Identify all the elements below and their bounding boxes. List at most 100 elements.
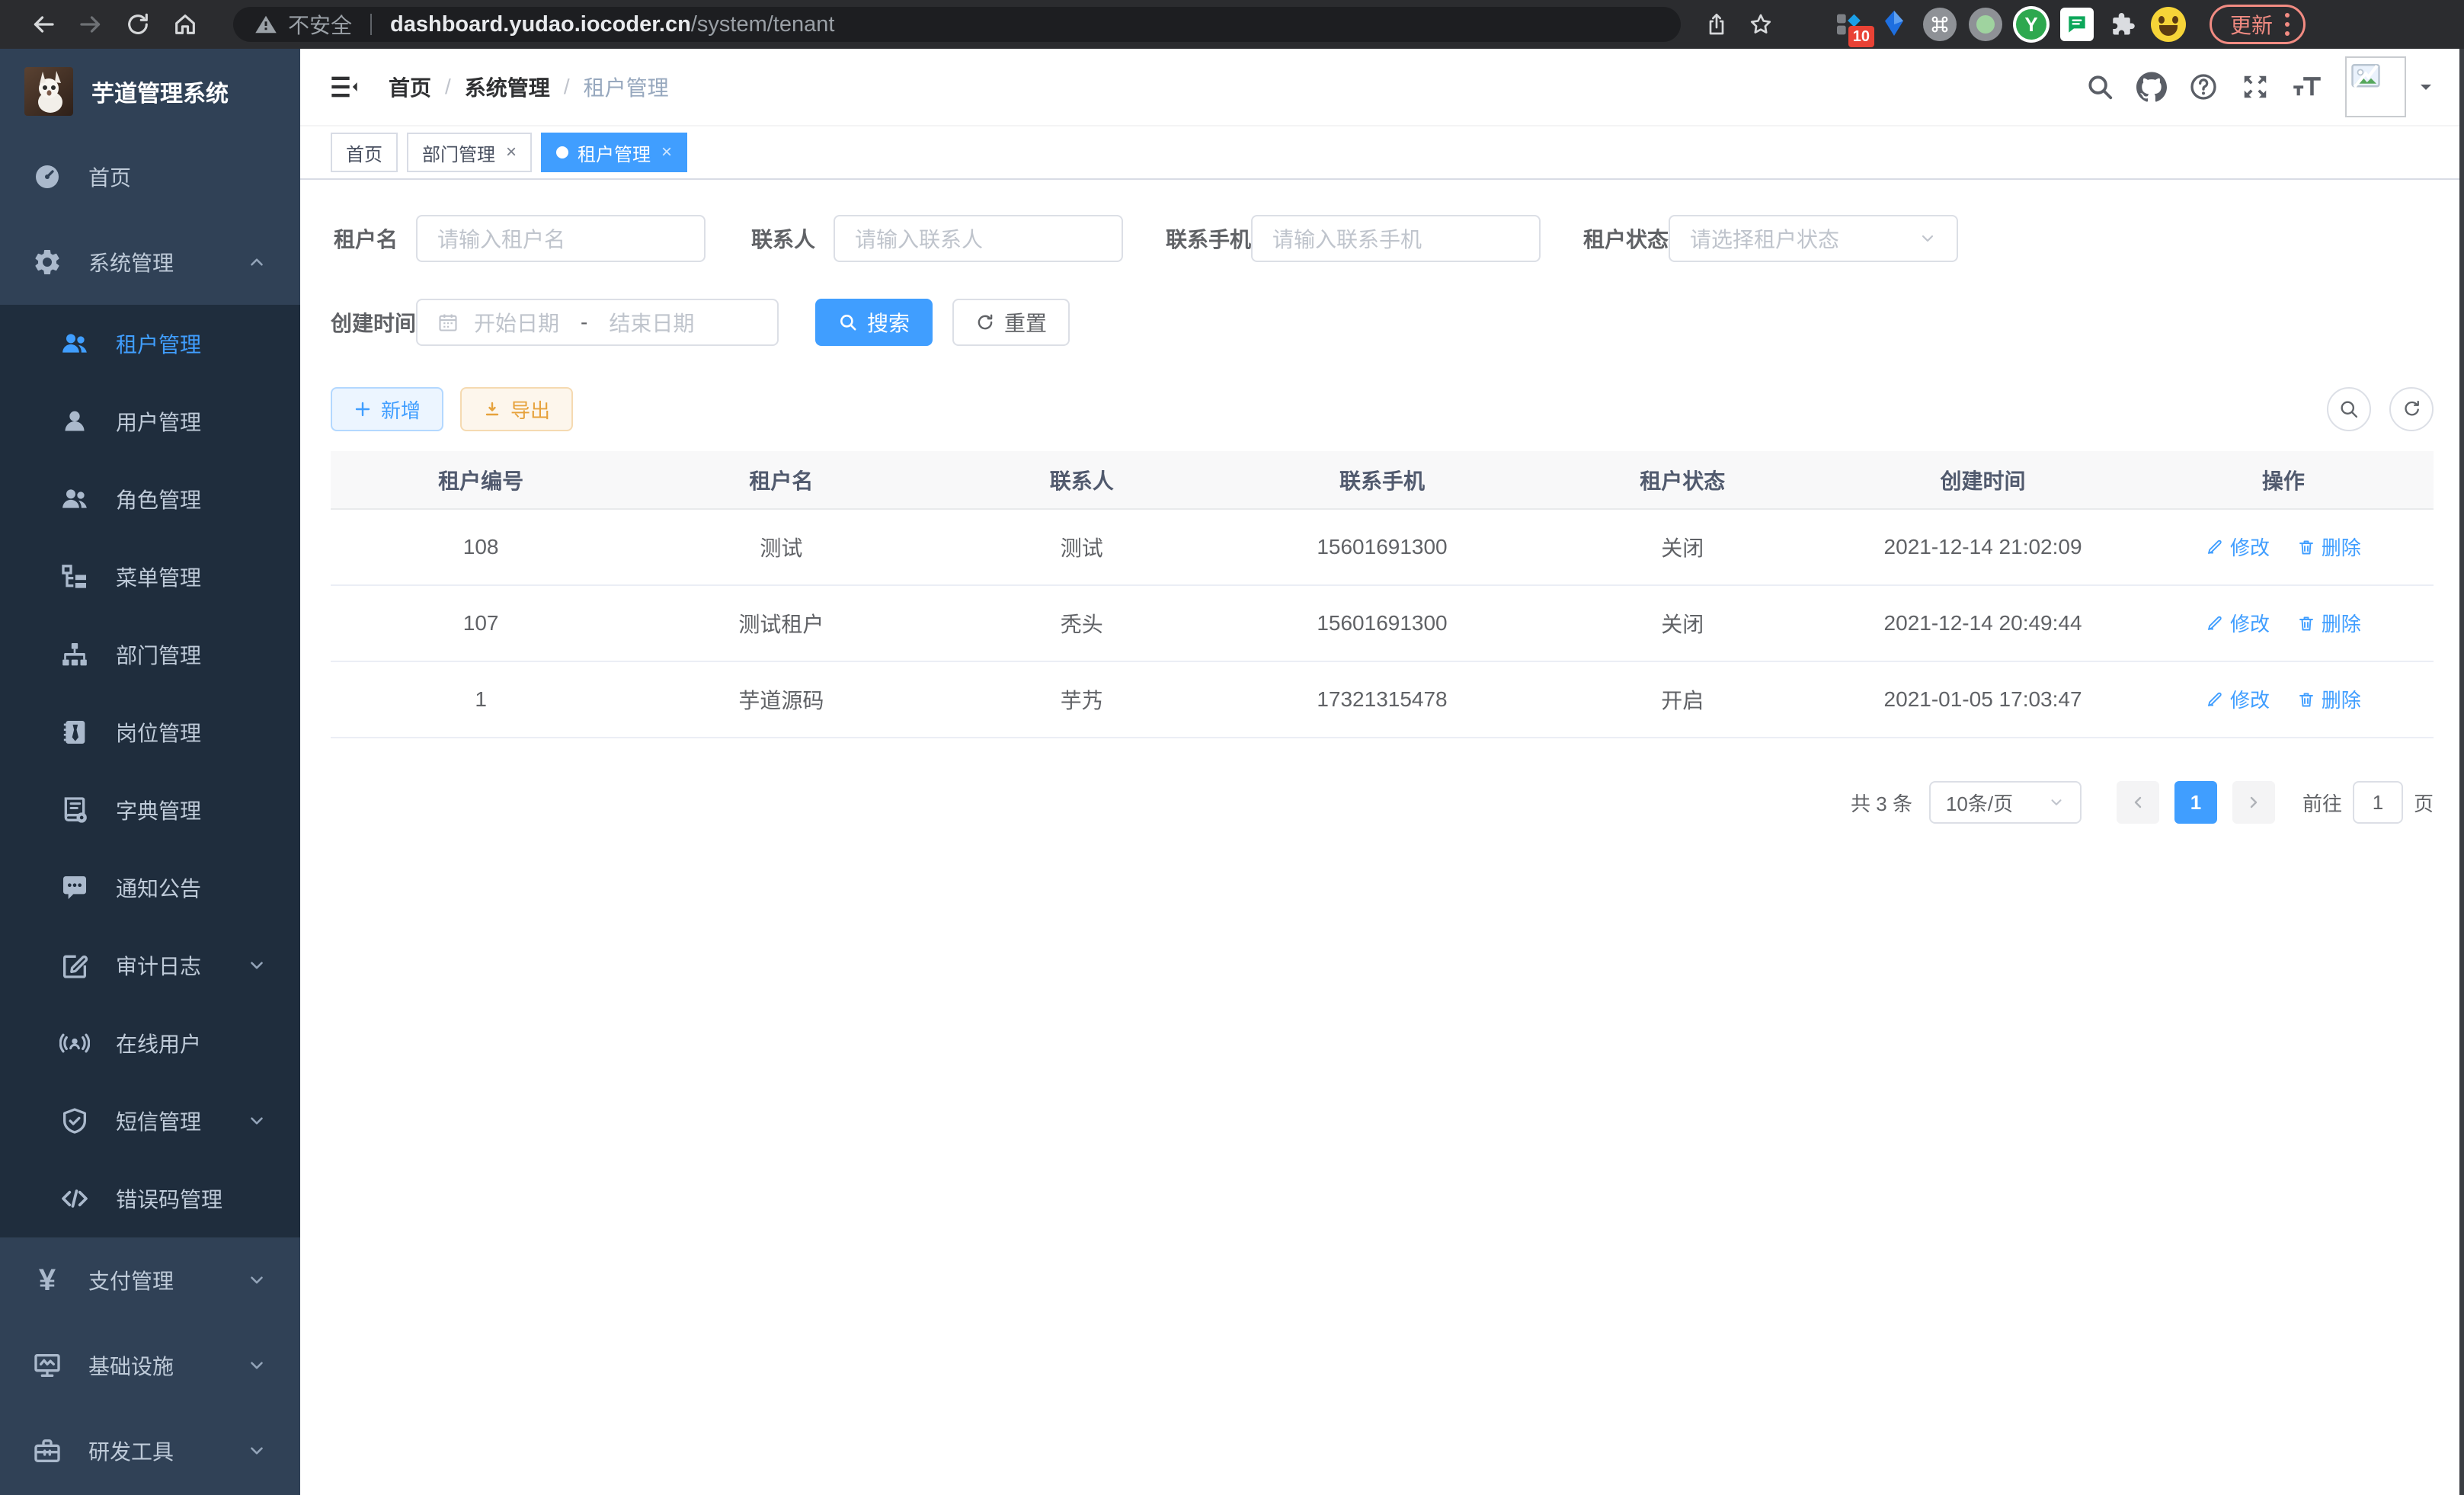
chevron-up-icon [247,252,267,272]
sidebar-item-label: 研发工具 [88,1436,174,1466]
url-path[interactable]: /system/tenant [691,12,835,37]
sidebar-item-user[interactable]: 用户管理 [0,383,300,460]
close-icon[interactable]: × [661,142,672,163]
url-domain[interactable]: dashboard.yudao.iocoder.cn [390,12,691,37]
delete-link[interactable]: 删除 [2297,685,2361,713]
user-icon [58,405,91,438]
sidebar-item-infra[interactable]: 基础设施 [0,1323,300,1408]
sidebar-item-sms[interactable]: 短信管理 [0,1082,300,1160]
sidebar-item-pay[interactable]: ¥ 支付管理 [0,1237,300,1323]
extension-kite-icon[interactable] [1871,3,1917,46]
sidebar-item-label: 系统管理 [88,247,174,277]
font-size-icon[interactable] [2281,61,2333,113]
table-row: 108 测试 测试 15601691300 关闭 2021-12-14 21:0… [331,509,2434,585]
add-button[interactable]: 新增 [331,387,443,431]
contact-input[interactable]: 请输入联系人 [834,215,1123,262]
breadcrumb-home[interactable]: 首页 [389,72,431,102]
cell-phone: 15601691300 [1232,585,1532,661]
extension-blue-diamond-icon[interactable]: 10 [1826,3,1871,46]
forward-icon[interactable] [67,4,114,45]
app-navbar: 首页 / 系统管理 / 租户管理 [300,49,2464,125]
sidebar-item-error-code[interactable]: 错误码管理 [0,1160,300,1237]
address-bar[interactable]: 不安全 dashboard.yudao.iocoder.cn /system/t… [233,7,1681,42]
delete-link[interactable]: 删除 [2297,533,2361,561]
next-page-button[interactable] [2232,781,2275,824]
cell-tenant-name: 测试租户 [631,585,931,661]
avatar-broken-image-icon[interactable] [2345,56,2406,117]
sidebar-item-role[interactable]: 角色管理 [0,460,300,538]
search-icon [2338,399,2360,420]
help-icon[interactable] [2178,61,2229,113]
goto-page-input[interactable]: 1 [2353,781,2403,824]
toggle-search-button[interactable] [2327,387,2371,431]
sidebar-item-tenant[interactable]: 租户管理 [0,305,300,383]
sidebar-item-notice[interactable]: 通知公告 [0,849,300,927]
sidebar-item-online-user[interactable]: 在线用户 [0,1004,300,1082]
chevron-right-icon [2245,793,2263,812]
cell-status: 开启 [1532,661,1832,738]
filter-tenant-name: 租户名 请输入租户名 [331,215,706,262]
search-icon[interactable] [2074,61,2126,113]
sidebar-item-post[interactable]: 岗位管理 [0,693,300,771]
export-button[interactable]: 导出 [460,387,573,431]
sidebar-item-audit-log[interactable]: 审计日志 [0,927,300,1004]
page-size-select[interactable]: 10条/页 [1929,781,2082,824]
security-warning-icon[interactable] [254,13,277,36]
reload-icon[interactable] [114,4,162,45]
cell-phone: 15601691300 [1232,509,1532,585]
edit-link[interactable]: 修改 [2206,609,2270,637]
tab-tenant[interactable]: 租户管理 × [541,133,687,172]
reset-button[interactable]: 重置 [952,299,1070,346]
logo-row[interactable]: 芋道管理系统 [0,49,300,134]
prev-page-button[interactable] [2117,781,2159,824]
github-icon[interactable] [2126,61,2178,113]
edit-link[interactable]: 修改 [2206,685,2270,713]
tab-dept[interactable]: 部门管理 × [407,133,532,172]
date-range-picker[interactable]: 开始日期 - 结束日期 [416,299,779,346]
tab-label: 租户管理 [578,139,651,166]
menu-dots-icon[interactable] [2285,13,2290,36]
home-icon[interactable] [162,4,209,45]
cell-actions: 修改 删除 [2133,585,2434,661]
fullscreen-icon[interactable] [2229,61,2281,113]
tab-home[interactable]: 首页 [331,133,398,172]
extension-command-icon[interactable] [1917,3,1963,46]
phone-input[interactable]: 请输入联系手机 [1251,215,1541,262]
trash-icon [2297,690,2315,709]
sidebar-item-menu[interactable]: 菜单管理 [0,538,300,616]
bookmark-star-icon[interactable] [1739,4,1783,45]
refresh-icon [2401,399,2422,420]
tags-view-bar: 首页 部门管理 × 租户管理 × [300,125,2464,180]
edit-link[interactable]: 修改 [2206,533,2270,561]
date-separator: - [581,310,587,335]
breadcrumb-section[interactable]: 系统管理 [465,72,550,102]
security-label[interactable]: 不安全 [288,9,352,40]
status-select[interactable]: 请选择租户状态 [1669,215,1958,262]
sidebar-item-home[interactable]: 首页 [0,134,300,219]
sidebar-collapse-icon[interactable] [329,72,360,102]
sidebar-item-system[interactable]: 系统管理 [0,219,300,305]
share-icon[interactable] [1694,4,1739,45]
back-icon[interactable] [20,4,67,45]
extension-chat-icon[interactable] [2054,3,2100,46]
extension-y-icon[interactable]: Y [2008,3,2054,46]
caret-down-icon[interactable] [2417,78,2435,96]
browser-update-button[interactable]: 更新 [2210,5,2306,44]
close-icon[interactable]: × [506,142,517,163]
page-number-current[interactable]: 1 [2174,781,2217,824]
search-button[interactable]: 搜索 [815,299,933,346]
refresh-table-button[interactable] [2389,387,2434,431]
dashboard-icon [30,160,64,194]
sidebar-item-dev-tools[interactable]: 研发工具 [0,1408,300,1493]
sidebar-item-dept[interactable]: 部门管理 [0,616,300,693]
post-badge-icon [58,715,91,749]
sidebar-item-label: 短信管理 [116,1106,201,1136]
sidebar-item-label: 通知公告 [116,872,201,903]
puzzle-icon[interactable] [2100,3,2146,46]
delete-link[interactable]: 删除 [2297,609,2361,637]
sidebar-item-dict[interactable]: 字典管理 [0,771,300,849]
tenant-name-input[interactable]: 请输入租户名 [416,215,706,262]
extension-green-dot-icon[interactable] [1963,3,2008,46]
profile-emoji-icon[interactable] [2146,3,2191,46]
main-area: 首页 / 系统管理 / 租户管理 [300,49,2464,1495]
